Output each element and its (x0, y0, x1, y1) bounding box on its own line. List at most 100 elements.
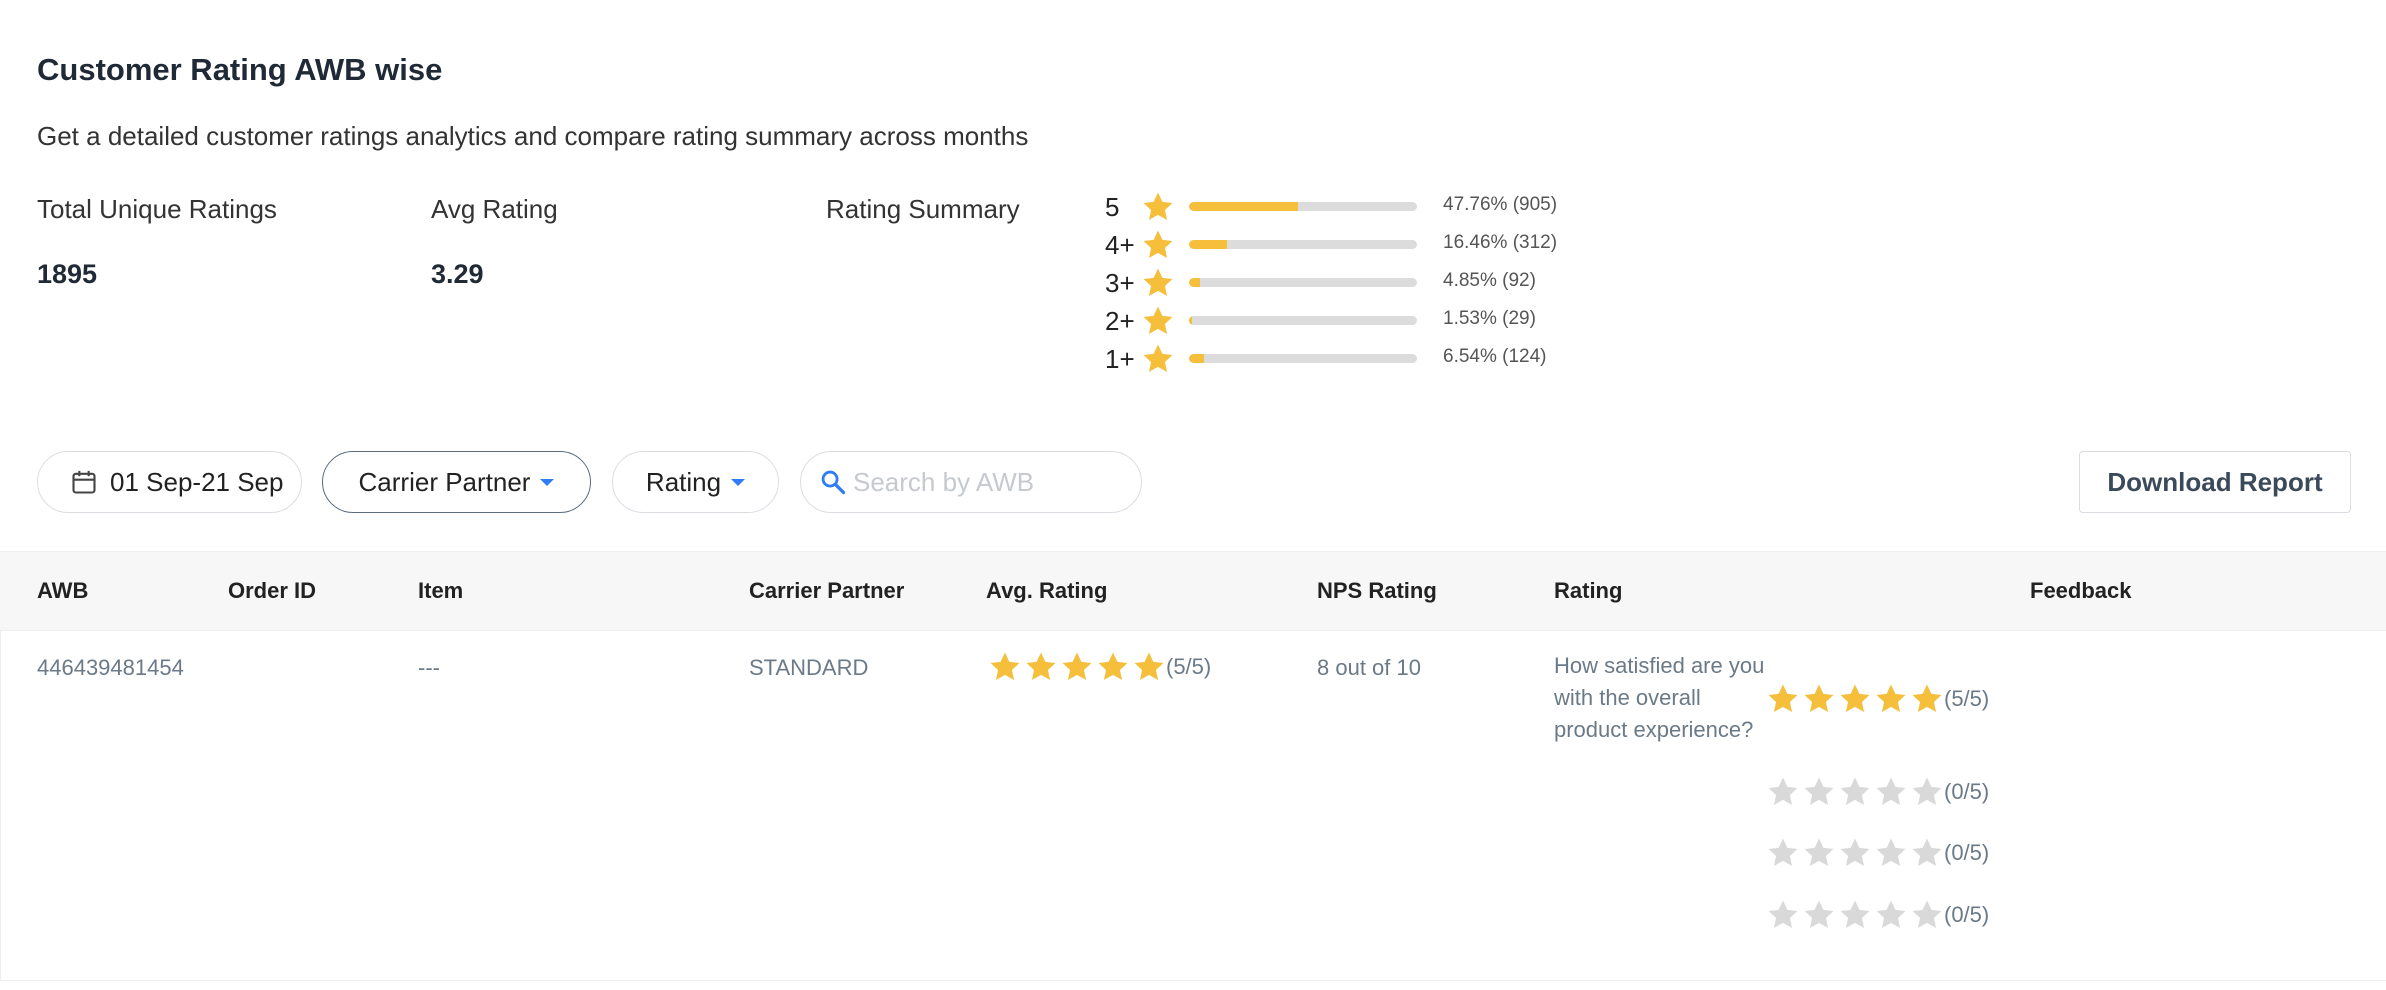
star-icon (1143, 192, 1173, 221)
header-carrier-partner: Carrier Partner (749, 578, 905, 603)
summary-level: 4+ (1105, 229, 1135, 260)
avg-rating-value: 3.29 (431, 259, 484, 289)
star-icon (1768, 838, 1798, 867)
question-rating-score: (0/5) (1944, 779, 1990, 804)
summary-percent: 1.53% (29) (1443, 308, 1536, 329)
star-icon (1768, 684, 1798, 713)
summary-level: 1+ (1105, 343, 1135, 374)
nps-cell: 8 out of 10 (1317, 655, 1421, 680)
star-icon (1840, 684, 1870, 713)
summary-percent: 4.85% (92) (1443, 270, 1536, 291)
question-rating-stars: (5/5) (1766, 682, 1989, 716)
calendar-icon (72, 470, 96, 494)
carrier-partner-label: Carrier Partner (358, 466, 531, 497)
carrier-partner-dropdown[interactable]: Carrier Partner (322, 451, 591, 513)
star-icon (990, 652, 1020, 681)
question-rating-stars: (0/5) (1766, 775, 1989, 809)
header-rating: Rating (1554, 578, 1623, 603)
table-bottom-border (0, 980, 2386, 981)
summary-percent: 6.54% (124) (1443, 346, 1547, 367)
star-icon (1876, 838, 1906, 867)
download-report-button[interactable]: Download Report (2079, 451, 2351, 513)
star-icon (1134, 652, 1164, 681)
star-icon (1912, 838, 1942, 867)
rating-question: How satisfied are you with the overall p… (1554, 653, 1765, 742)
star-icon (1062, 652, 1092, 681)
rating-summary-label: Rating Summary (826, 194, 1020, 224)
summary-bar (1189, 202, 1417, 211)
star-icon (1876, 684, 1906, 713)
header-awb: AWB (37, 578, 89, 603)
summary-bar-fill (1189, 278, 1201, 287)
summary-level: 2+ (1105, 305, 1135, 336)
star-icon (1804, 838, 1834, 867)
avg-rating-stars: (5/5) (988, 650, 1211, 684)
rating-filter-label: Rating (645, 466, 722, 497)
summary-bar-fill (1189, 240, 1227, 249)
date-range-filter[interactable]: 01 Sep-21 Sep (37, 451, 302, 513)
table-header: AWB Order ID Item Carrier Partner Avg. R… (0, 551, 2386, 631)
star-icon (1143, 268, 1173, 297)
avg-rating-label: Avg Rating (431, 194, 558, 224)
header-item: Item (418, 578, 464, 603)
summary-row: 5 47.76% (905) (1105, 190, 1557, 224)
star-icon (1876, 777, 1906, 806)
search-box[interactable] (800, 451, 1142, 513)
star-icon (1840, 838, 1870, 867)
question-rating-stars: (0/5) (1766, 836, 1989, 870)
summary-row: 1+ 6.54% (124) (1105, 342, 1547, 376)
summary-level: 3+ (1105, 267, 1135, 298)
summary-level: 5 (1105, 191, 1120, 222)
summary-bar-fill (1189, 354, 1204, 363)
star-icon (1143, 306, 1173, 335)
question-rating-score: (5/5) (1944, 686, 1990, 711)
summary-bar (1189, 316, 1417, 325)
summary-row: 4+ 16.46% (312) (1105, 228, 1557, 262)
star-icon (1143, 230, 1173, 259)
star-icon (1804, 900, 1834, 929)
summary-bar (1189, 354, 1417, 363)
star-icon (1804, 684, 1834, 713)
search-input[interactable] (851, 465, 1115, 499)
star-icon (1768, 900, 1798, 929)
summary-percent: 47.76% (905) (1443, 194, 1558, 215)
rating-dropdown[interactable]: Rating (612, 451, 779, 513)
star-icon (1768, 777, 1798, 806)
summary-row: 2+ 1.53% (29) (1105, 304, 1536, 338)
star-icon (1912, 900, 1942, 929)
star-icon (1876, 900, 1906, 929)
page-title: Customer Rating AWB wise (37, 52, 443, 87)
summary-bar-fill (1189, 202, 1298, 211)
star-icon (1143, 344, 1173, 373)
header-order-id: Order ID (228, 578, 317, 603)
page-subtitle: Get a detailed customer ratings analytic… (37, 121, 1029, 151)
star-icon (1026, 652, 1056, 681)
summary-bar (1189, 278, 1417, 287)
item-cell: --- (418, 655, 440, 680)
chevron-down-icon (731, 478, 746, 486)
summary-bar (1189, 240, 1417, 249)
date-range-label: 01 Sep-21 Sep (110, 466, 284, 497)
avg-rating-score: (5/5) (1166, 654, 1212, 679)
star-icon (1912, 777, 1942, 806)
header-nps-rating: NPS Rating (1317, 578, 1437, 603)
question-rating-score: (0/5) (1944, 840, 1990, 865)
chevron-down-icon (540, 478, 555, 486)
star-icon (1840, 900, 1870, 929)
star-icon (1840, 777, 1870, 806)
star-icon (1912, 684, 1942, 713)
header-feedback: Feedback (2030, 578, 2132, 603)
star-icon (1098, 652, 1128, 681)
question-rating-stars: (0/5) (1766, 898, 1989, 932)
awb-link[interactable]: 446439481454 (37, 655, 184, 681)
total-ratings-label: Total Unique Ratings (37, 194, 277, 224)
summary-bar-fill (1189, 316, 1193, 325)
question-rating-score: (0/5) (1944, 902, 1990, 927)
search-icon (821, 470, 846, 495)
total-ratings-value: 1895 (37, 259, 98, 289)
header-avg-rating: Avg. Rating (986, 578, 1108, 603)
summary-row: 3+ 4.85% (92) (1105, 266, 1536, 300)
carrier-cell: STANDARD (749, 655, 869, 680)
summary-percent: 16.46% (312) (1443, 232, 1558, 253)
star-icon (1804, 777, 1834, 806)
